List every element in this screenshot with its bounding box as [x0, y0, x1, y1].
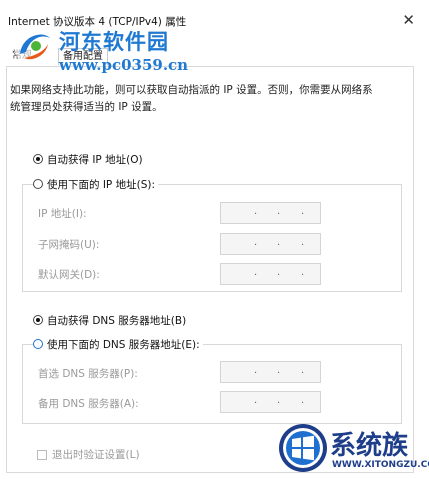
description-text: 如果网络支持此功能，则可以获取自动指派的 IP 设置。否则，你需要从网络系统管理… [10, 84, 373, 113]
ip-auto-radio[interactable] [33, 154, 43, 164]
windows-logo-icon [279, 424, 327, 472]
watermark-bottom-title: 系统族 [330, 431, 409, 461]
ip-auto-option[interactable]: 自动获得 IP 地址(O) [33, 152, 143, 166]
preferred-dns-input[interactable]: ... [220, 361, 321, 383]
ip-manual-option[interactable]: 使用下面的 IP 地址(S): [33, 177, 158, 191]
validate-on-exit-checkbox[interactable] [37, 449, 47, 460]
alternate-dns-input[interactable]: ... [220, 391, 321, 413]
watermark-top: 河东软件园 www.pc0359.cn [12, 24, 202, 78]
ip-auto-label: 自动获得 IP 地址(O) [47, 153, 143, 166]
default-gateway-input[interactable]: ... [220, 263, 321, 285]
ip-manual-radio[interactable] [33, 179, 43, 189]
dns-auto-option[interactable]: 自动获得 DNS 服务器地址(B) [33, 313, 186, 327]
watermark-top-url: www.pc0359.cn [59, 56, 189, 74]
subnet-mask-label: 子网掩码(U): [38, 239, 100, 251]
dns-manual-radio[interactable] [33, 339, 43, 349]
dns-auto-label: 自动获得 DNS 服务器地址(B) [47, 314, 187, 327]
default-gateway-label: 默认网关(D): [38, 269, 100, 281]
ip-address-label: IP 地址(I): [38, 208, 87, 220]
ip-address-input[interactable]: ... [220, 202, 321, 224]
validate-on-exit-label: 退出时验证设置(L) [52, 449, 140, 461]
alternate-dns-label: 备用 DNS 服务器(A): [38, 398, 139, 410]
swirl-logo-icon [14, 26, 54, 66]
dns-auto-radio[interactable] [33, 315, 43, 325]
close-icon[interactable]: ✕ [402, 11, 415, 29]
dns-manual-group [22, 344, 402, 424]
watermark-top-title: 河东软件园 [59, 29, 169, 54]
validate-on-exit-option[interactable]: 退出时验证设置(L) [37, 447, 140, 462]
dns-manual-option[interactable]: 使用下面的 DNS 服务器地址(E): [33, 337, 203, 351]
subnet-mask-input[interactable]: ... [220, 233, 321, 255]
preferred-dns-label: 首选 DNS 服务器(P): [38, 368, 138, 380]
dns-manual-label: 使用下面的 DNS 服务器地址(E): [47, 338, 200, 351]
watermark-bottom-url: WWW.XITONGZU.COM [332, 460, 429, 470]
watermark-bottom: 系统族 WWW.XITONGZU.COM [277, 422, 429, 479]
ip-manual-label: 使用下面的 IP 地址(S): [47, 178, 155, 191]
